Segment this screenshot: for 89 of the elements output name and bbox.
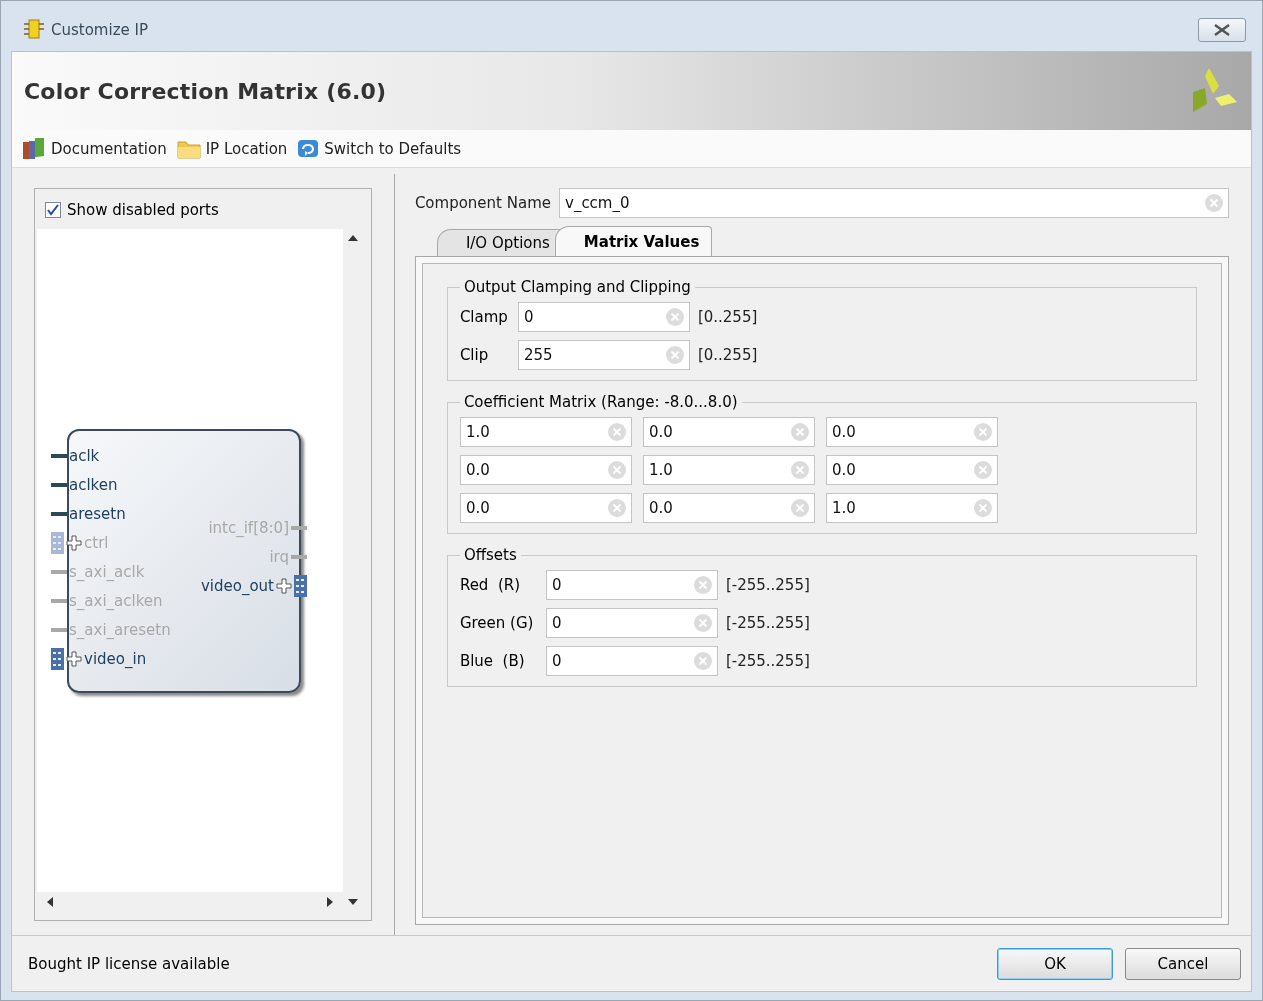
port-label: ctrl: [84, 534, 109, 552]
port-label: aclken: [69, 476, 118, 494]
dialog-button[interactable]: Cancel: [1125, 947, 1241, 980]
clear-icon[interactable]: [789, 498, 810, 518]
bus-port-icon: [51, 648, 64, 670]
text-field[interactable]: 0.0: [825, 455, 998, 485]
range-label: [-255..255]: [725, 576, 810, 594]
clear-icon[interactable]: [664, 307, 685, 327]
port-label: s_axi_aclk: [69, 563, 145, 581]
clear-icon[interactable]: [606, 498, 627, 518]
port-label: s_axi_aresetn: [69, 621, 171, 639]
text-field[interactable]: 0: [545, 646, 718, 676]
clear-icon[interactable]: [692, 575, 713, 595]
bus-port-icon: [294, 575, 307, 597]
scroll-down-icon[interactable]: [347, 899, 358, 905]
text-field[interactable]: 0.0: [459, 493, 632, 523]
window-title: Customize IP: [51, 21, 148, 39]
text-field[interactable]: 0.0: [459, 455, 632, 485]
range-label: [-255..255]: [725, 614, 810, 632]
refresh-icon: [297, 138, 320, 159]
field-label: Blue (B): [459, 652, 526, 670]
field-label: Red (R): [459, 576, 522, 594]
folder-icon: [176, 138, 201, 159]
range-label: [0..255]: [697, 308, 758, 326]
text-field[interactable]: 0.0: [825, 417, 998, 447]
clear-icon[interactable]: [972, 422, 993, 442]
port-label: aclk: [69, 447, 100, 465]
clear-icon[interactable]: [692, 651, 713, 671]
port-wire-icon: [51, 512, 67, 516]
text-field[interactable]: 1.0: [459, 417, 632, 447]
text-field[interactable]: 0: [545, 570, 718, 600]
toolbar-button[interactable]: Switch to Defaults: [297, 138, 462, 159]
plus-icon: [66, 651, 82, 667]
plus-icon: [276, 578, 292, 594]
port-wire-icon: [291, 526, 307, 530]
tab[interactable]: Matrix Values: [554, 226, 713, 256]
toolbar-button[interactable]: IP Location: [176, 138, 288, 159]
chip-icon: [23, 19, 45, 41]
group-title: Coefficient Matrix (Range: -8.0...8.0): [462, 393, 739, 411]
scroll-left-icon[interactable]: [47, 897, 53, 907]
check-icon: [47, 204, 59, 216]
close-icon: [1213, 24, 1231, 36]
plus-icon: [66, 535, 82, 551]
text-field[interactable]: 0.0: [642, 493, 815, 523]
text-field[interactable]: 0: [517, 302, 690, 332]
bus-port-icon: [51, 532, 64, 554]
clear-icon[interactable]: [664, 345, 685, 365]
port-label: s_axi_aclken: [69, 592, 163, 610]
port-label: video_out: [200, 577, 274, 595]
scroll-right-icon[interactable]: [326, 897, 333, 907]
clear-icon[interactable]: [972, 498, 993, 518]
dialog-button[interactable]: OK: [997, 947, 1113, 980]
group-title: Output Clamping and Clipping: [462, 278, 692, 296]
port-label: aresetn: [69, 505, 126, 523]
text-field[interactable]: 0.0: [642, 417, 815, 447]
text-field[interactable]: 255: [517, 340, 690, 370]
port-wire-icon: [51, 454, 67, 458]
clear-icon[interactable]: [972, 460, 993, 480]
scroll-up-icon[interactable]: [347, 235, 358, 241]
group-title: Offsets: [462, 546, 518, 564]
text-field[interactable]: v_ccm_0: [559, 188, 1229, 218]
clear-icon[interactable]: [789, 460, 810, 480]
port-wire-icon: [51, 483, 67, 487]
clear-icon[interactable]: [606, 422, 627, 442]
port-label: intc_if[8:0]: [208, 519, 289, 537]
close-button[interactable]: [1198, 18, 1246, 42]
ip-title: Color Correction Matrix (6.0): [24, 78, 387, 104]
text-field[interactable]: 0: [545, 608, 718, 638]
port-wire-icon: [51, 570, 67, 574]
field-label: Clip: [459, 346, 490, 364]
port-wire-icon: [51, 599, 67, 603]
port-wire-icon: [51, 628, 67, 632]
status-text: Bought IP license available: [28, 954, 230, 973]
clear-icon[interactable]: [606, 460, 627, 480]
text-field[interactable]: 1.0: [642, 455, 815, 485]
field-label: Green (G): [459, 614, 535, 632]
range-label: [0..255]: [697, 346, 758, 364]
clear-icon[interactable]: [789, 422, 810, 442]
text-field[interactable]: 1.0: [825, 493, 998, 523]
port-label: video_in: [84, 650, 147, 668]
field-label: Component Name: [414, 194, 551, 212]
books-icon: [22, 137, 46, 160]
clear-icon[interactable]: [1204, 193, 1224, 213]
toolbar-button[interactable]: Documentation: [22, 137, 167, 160]
clear-icon[interactable]: [692, 613, 713, 633]
port-wire-icon: [291, 555, 307, 559]
port-label: irq: [269, 548, 289, 566]
range-label: [-255..255]: [725, 652, 810, 670]
field-label: Clamp: [459, 308, 509, 326]
